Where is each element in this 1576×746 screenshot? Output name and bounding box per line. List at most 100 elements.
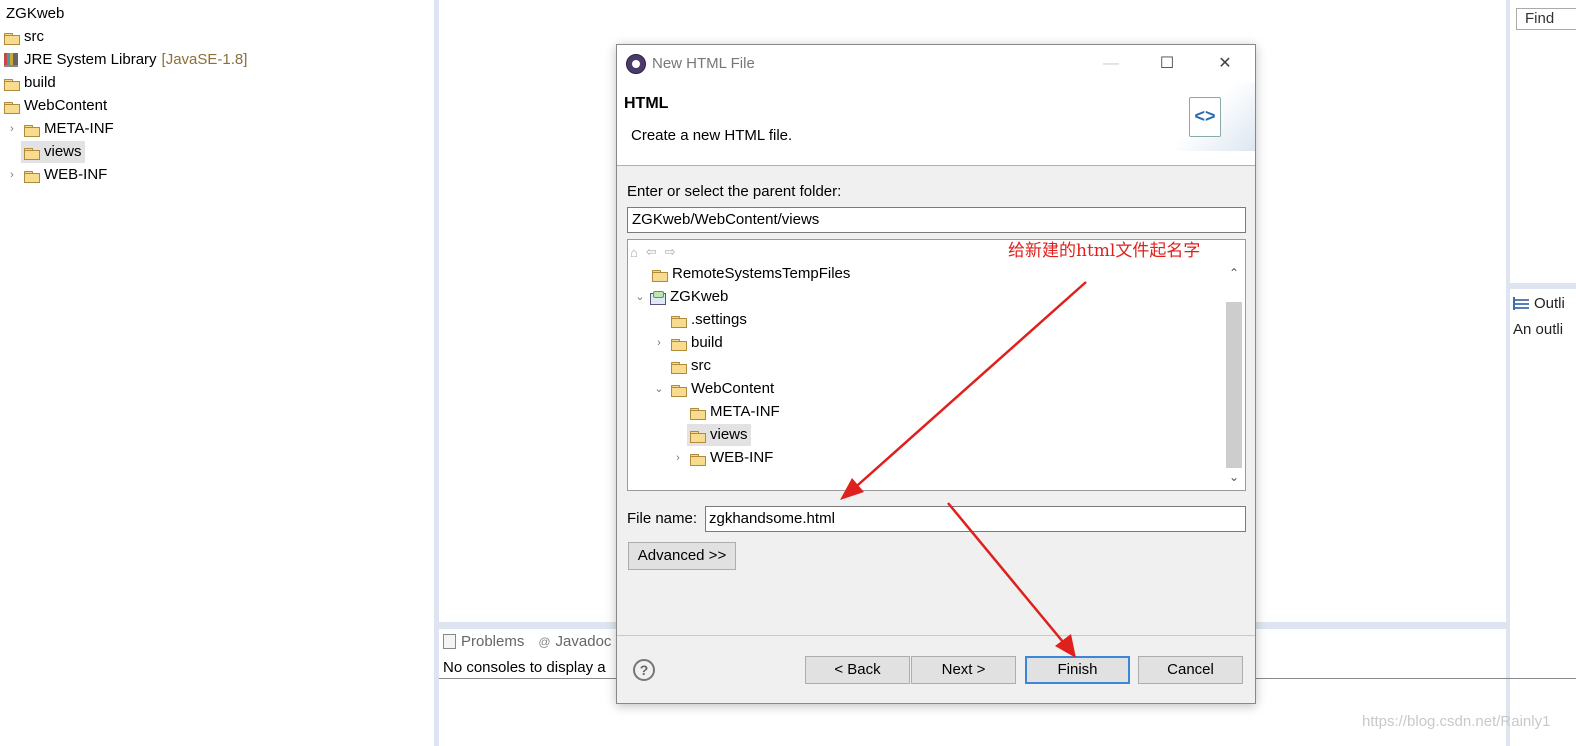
- folder-icon: [671, 338, 687, 351]
- at-sign-icon: @: [538, 634, 551, 649]
- advanced-button[interactable]: Advanced >>: [628, 542, 736, 570]
- console-message: No consoles to display a: [443, 659, 606, 676]
- finish-button[interactable]: Finish: [1025, 656, 1130, 684]
- file-name-label: File name:: [627, 510, 698, 527]
- package-folder-icon: [4, 32, 20, 45]
- tree-item-build[interactable]: build: [4, 72, 56, 94]
- dialog-title: New HTML File: [652, 55, 755, 72]
- tree-item-zgkweb[interactable]: ⌄ ZGKweb: [633, 286, 728, 308]
- folder-icon: [4, 101, 20, 114]
- wizard-header: HTML Create a new HTML file. <>: [617, 83, 1255, 166]
- folder-icon: [24, 170, 40, 183]
- tree-item-web-inf[interactable]: › WEB-INF: [671, 447, 773, 469]
- tree-item-views[interactable]: views: [687, 424, 751, 446]
- tree-item-build[interactable]: › build: [652, 332, 723, 354]
- tree-item-label: WEB-INF: [44, 166, 108, 183]
- wizard-title: HTML: [624, 95, 669, 112]
- maximize-button[interactable]: ☐: [1152, 53, 1182, 75]
- outline-icon: [1513, 297, 1529, 310]
- minimize-button[interactable]: —: [1096, 53, 1126, 75]
- tree-item-settings[interactable]: .settings: [671, 309, 747, 331]
- chevron-right-icon[interactable]: ›: [5, 118, 19, 140]
- sash-separator[interactable]: [1510, 283, 1576, 289]
- chevron-right-icon[interactable]: ›: [652, 332, 666, 354]
- tree-item-label: WebContent: [24, 97, 108, 114]
- chevron-right-icon[interactable]: ›: [5, 164, 19, 186]
- tree-item-zgkweb[interactable]: ZGKweb: [6, 3, 64, 25]
- right-panel: [1510, 0, 1576, 746]
- folder-icon: [24, 147, 40, 160]
- tree-item-label: views: [710, 426, 748, 443]
- library-icon: [4, 53, 18, 67]
- tree-item-label: views: [44, 143, 82, 160]
- eclipse-icon: [626, 54, 646, 74]
- folder-icon: [671, 384, 687, 397]
- tree-item-label: src: [691, 357, 711, 374]
- tree-item-label: META-INF: [710, 403, 780, 420]
- divider: [617, 635, 1255, 636]
- dialog-titlebar[interactable]: New HTML File — ☐ ✕: [617, 45, 1255, 83]
- tree-toolbar: ⌂ ⇦ ⇨: [630, 242, 676, 262]
- tab-javadoc[interactable]: @ Javadoc: [538, 633, 611, 650]
- chevron-right-icon[interactable]: ›: [671, 447, 685, 469]
- annotation-text: 给新建的html文件起名字: [1008, 241, 1201, 261]
- tab-problems[interactable]: Problems: [443, 633, 524, 650]
- folder-icon: [24, 124, 40, 137]
- tree-item-label: RemoteSystemsTempFiles: [672, 265, 851, 282]
- cancel-button[interactable]: Cancel: [1138, 656, 1243, 684]
- close-button[interactable]: ✕: [1210, 53, 1240, 75]
- tab-label: Outli: [1534, 295, 1565, 312]
- tree-item-label: ZGKweb: [6, 5, 65, 22]
- tab-outline[interactable]: Outli: [1513, 295, 1565, 312]
- tab-label: Javadoc: [555, 633, 612, 650]
- tree-item-label: ZGKweb: [670, 288, 729, 305]
- html-file-icon: <>: [1189, 97, 1221, 137]
- chevron-up-icon[interactable]: ⌃: [1226, 264, 1242, 282]
- chevron-down-icon[interactable]: ⌄: [1226, 468, 1242, 486]
- watermark-text: https://blog.csdn.net/Rainly1: [1362, 713, 1551, 730]
- chevron-down-icon[interactable]: ⌄: [652, 378, 666, 400]
- console-tabbar: Problems @ Javadoc: [443, 633, 611, 650]
- back-arrow-icon[interactable]: ⇦: [646, 244, 657, 260]
- tree-item-web-inf[interactable]: › WEB-INF: [5, 164, 107, 186]
- file-name-input[interactable]: zgkhandsome.html: [705, 506, 1246, 532]
- tree-item-views[interactable]: views: [21, 141, 85, 163]
- tree-item-webcontent[interactable]: WebContent: [4, 95, 107, 117]
- folder-icon: [690, 407, 706, 420]
- tree-item-remotesystemstempfiles[interactable]: RemoteSystemsTempFiles: [652, 263, 850, 285]
- folder-icon: [690, 453, 706, 466]
- package-explorer: ZGKweb src JRE System Library [JavaSE-1.…: [0, 0, 434, 746]
- folder-icon: [690, 430, 706, 443]
- folder-tree[interactable]: ⌂ ⇦ ⇨ 给新建的html文件起名字 RemoteSystemsTempFil…: [627, 239, 1246, 491]
- next-button[interactable]: Next >: [911, 656, 1016, 684]
- tree-item-label: build: [24, 74, 56, 91]
- tree-item-meta-inf[interactable]: › META-INF: [5, 118, 114, 140]
- tree-item-label: .settings: [691, 311, 747, 328]
- tree-item-jre-library[interactable]: JRE System Library [JavaSE-1.8]: [4, 49, 247, 71]
- parent-folder-input[interactable]: ZGKweb/WebContent/views: [627, 207, 1246, 233]
- tree-item-label: WebContent: [691, 380, 775, 397]
- folder-icon: [671, 315, 687, 328]
- outline-message: An outli: [1513, 321, 1564, 338]
- home-icon[interactable]: ⌂: [630, 245, 638, 260]
- forward-arrow-icon[interactable]: ⇨: [665, 244, 676, 260]
- find-input[interactable]: Find: [1516, 8, 1576, 30]
- tree-item-src[interactable]: src: [671, 355, 711, 377]
- tree-item-meta-inf[interactable]: META-INF: [690, 401, 780, 423]
- wizard-description: Create a new HTML file.: [631, 127, 793, 144]
- chevron-down-icon[interactable]: ⌄: [633, 286, 647, 308]
- folder-icon: [671, 361, 687, 374]
- tree-item-label: META-INF: [44, 120, 114, 137]
- tree-item-label: JRE System Library: [24, 51, 157, 68]
- tree-item-webcontent[interactable]: ⌄ WebContent: [652, 378, 774, 400]
- help-icon[interactable]: ?: [633, 659, 655, 681]
- back-button[interactable]: < Back: [805, 656, 910, 684]
- new-html-file-dialog: New HTML File — ☐ ✕ HTML Create a new HT…: [616, 44, 1256, 704]
- tree-item-src[interactable]: src: [4, 26, 44, 48]
- tree-item-label: build: [691, 334, 723, 351]
- tree-item-label: src: [24, 28, 44, 45]
- tree-item-label: WEB-INF: [710, 449, 774, 466]
- folder-icon: [4, 78, 20, 91]
- scrollbar-thumb[interactable]: [1226, 302, 1242, 468]
- folder-icon: [652, 269, 668, 282]
